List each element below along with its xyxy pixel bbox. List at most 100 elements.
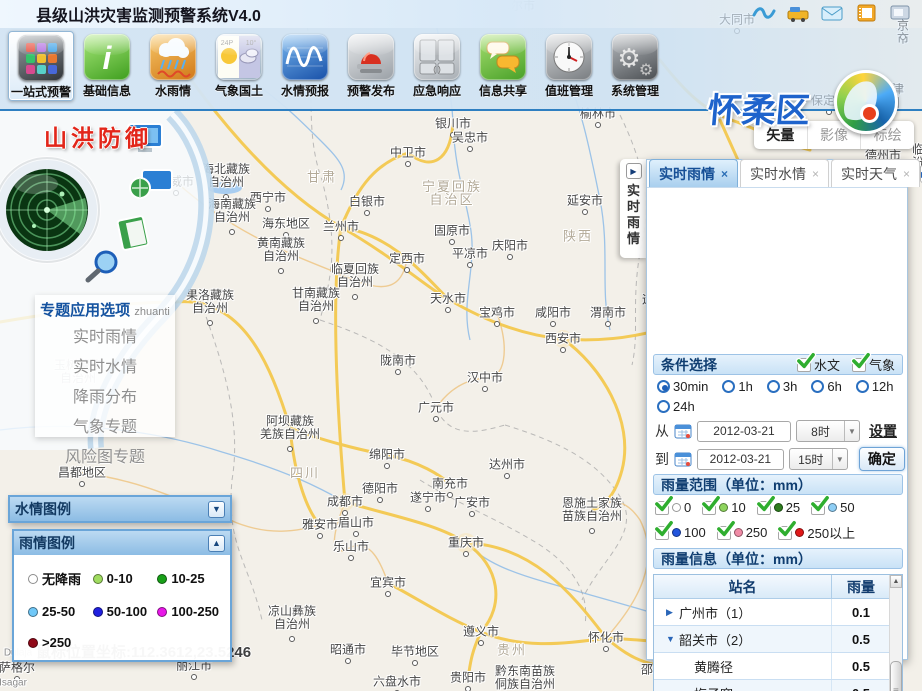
mail-icon[interactable] [820,3,844,23]
checkbox-checked-icon[interactable] [655,501,669,515]
condition-check-水文[interactable]: 水文 [797,355,840,374]
toolbar-button-info[interactable]: i基础信息 [74,31,140,101]
checkbox-checked-icon[interactable] [717,526,731,540]
menu-item[interactable]: 降雨分布 [35,380,175,410]
system-icon: ⚙⚙ [612,34,658,80]
map-city-dot [395,369,401,375]
toolbar-button-duty[interactable]: 值班管理 [536,31,602,101]
checkbox-checked-icon[interactable] [811,501,825,515]
range-option-100[interactable]: 100 [655,523,706,542]
table-row[interactable]: 梅子窝0.5 [654,680,902,691]
to-calendar-icon[interactable] [674,451,692,467]
range-option-250[interactable]: 250 [717,523,768,542]
toolbar-button-system[interactable]: ⚙⚙ 系统管理 [602,31,668,101]
radio-icon[interactable] [657,380,670,393]
legend-item: 无降雨 [28,569,93,588]
duration-radio-6h[interactable]: 6h [811,379,841,394]
map-label: 庆阳市 [492,240,528,253]
tab-实时雨情[interactable]: 实时雨情× [649,159,738,187]
checkbox-checked-icon[interactable] [778,526,792,540]
checkbox-checked-icon[interactable] [655,526,669,540]
notebook-icon[interactable] [854,3,878,23]
tab-close-icon[interactable]: × [903,167,910,181]
wave-icon[interactable] [752,3,776,23]
rain-range-options: 0 10 25 50 100 250 250以上 [655,500,905,542]
range-dot [795,528,804,537]
rain-info-table: 站名 雨量 ▶广州市（1）0.1▼韶关市（2）0.5黄腾径0.5梅子窝0.5▶江… [653,574,903,691]
menu-item[interactable]: 实时水情 [35,350,175,380]
map-city-dot [191,674,197,680]
scrollbar-thumb[interactable] [890,661,902,691]
radio-icon[interactable] [811,380,824,393]
toolbar-button-label: 系统管理 [611,82,659,99]
range-option-10[interactable]: 10 [702,500,745,515]
table-scrollbar[interactable]: ▲ ▼ [889,575,902,691]
vehicle-icon[interactable] [786,3,810,23]
toolbar-button-share[interactable]: 信息共享 [470,31,536,101]
radio-icon[interactable] [856,380,869,393]
water-legend-toggle[interactable]: ▼ [208,501,225,518]
toolbar-button-geo[interactable]: 24P10°气象国土 [206,31,272,101]
condition-check-气象[interactable]: 气象 [852,355,895,374]
chat-icon[interactable] [888,3,912,23]
duration-radio-3h[interactable]: 3h [767,379,797,394]
settings-link[interactable]: 设置 [869,421,897,441]
menu-item[interactable]: 风险图专题 [35,440,175,470]
tab-close-icon[interactable]: × [721,167,728,181]
map-label: 黄南藏族 自治州 [257,237,305,263]
range-option-0[interactable]: 0 [655,500,691,515]
toolbar-button-alarm[interactable]: 预警发布 [338,31,404,101]
radio-icon[interactable] [767,380,780,393]
table-row[interactable]: ▼韶关市（2）0.5 [654,626,902,653]
to-date-input[interactable]: 2012-03-21 [697,449,784,470]
panel-collapse-icon[interactable]: ▶ [626,163,642,179]
collapse-row-icon[interactable]: ▼ [666,634,679,644]
toolbar-button-label: 一站式预警 [11,83,71,100]
menu-item[interactable]: 实时雨情 [35,320,175,350]
legend-dot [28,638,38,648]
menu-item[interactable]: 气象专题 [35,410,175,440]
radio-icon[interactable] [722,380,735,393]
range-dot [672,528,681,537]
duration-radio-12h[interactable]: 12h [856,379,894,394]
map-city-dot [465,686,471,691]
range-label: 50 [840,500,854,515]
duration-radio-1h[interactable]: 1h [722,379,752,394]
from-date-input[interactable]: 2012-03-21 [697,421,791,442]
checkbox-checked-icon[interactable] [797,358,811,372]
rain-legend-toggle[interactable]: ▲ [208,535,225,552]
expand-row-icon[interactable]: ▶ [666,607,679,618]
duration-radio-30min[interactable]: 30min [657,379,708,394]
checkbox-checked-icon[interactable] [757,501,771,515]
rain-legend-header: 雨情图例 ▲ [14,531,230,555]
from-calendar-icon[interactable] [674,423,692,439]
panel-collapse-handle[interactable]: ▶ 实时雨情 [620,159,647,258]
range-option-25[interactable]: 25 [757,500,800,515]
from-hour-dropdown-icon[interactable]: ▼ [844,421,859,441]
to-hour-select[interactable]: 15时 ▼ [789,448,848,470]
to-hour-dropdown-icon[interactable]: ▼ [832,449,847,469]
toolbar-button-hydro[interactable]: 水情预报 [272,31,338,101]
duration-radio-24h[interactable]: 24h [657,399,695,414]
range-option-50[interactable]: 50 [811,500,854,515]
checkbox-checked-icon[interactable] [702,501,716,515]
table-row[interactable]: ▶广州市（1）0.1 [654,599,902,626]
toolbar-button-rain[interactable]: 水雨情 [140,31,206,101]
toolbar-button-apps[interactable]: 一站式预警 [8,31,74,101]
map-label: 萨格尔 [0,662,35,675]
scroll-up-icon[interactable]: ▲ [890,575,902,588]
map-city-dot [207,320,213,326]
checkbox-checked-icon[interactable] [852,358,866,372]
radio-icon[interactable] [657,400,670,413]
toolbar-button-emergency[interactable]: ( )应急响应 [404,31,470,101]
range-option-250以上[interactable]: 250以上 [778,523,855,542]
map-label: 凉山彝族 自治州 [268,605,316,631]
confirm-button[interactable]: 确定 [859,447,905,471]
from-hour-select[interactable]: 8时 ▼ [796,420,860,442]
tab-实时水情[interactable]: 实时水情× [740,159,829,187]
column-station-name: 站名 [654,575,832,598]
table-row[interactable]: 黄腾径0.5 [654,653,902,680]
condition-check-label: 水文 [814,355,840,374]
tab-实时天气[interactable]: 实时天气× [831,159,920,187]
tab-close-icon[interactable]: × [812,167,819,181]
